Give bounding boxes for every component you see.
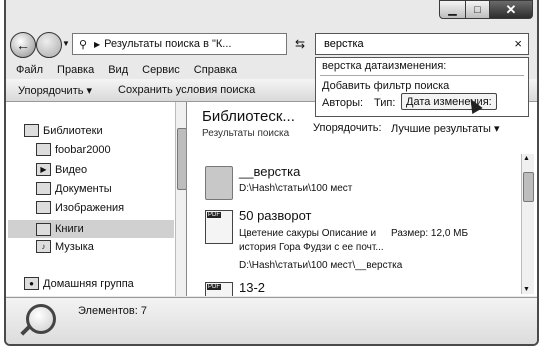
arrange-by-dropdown[interactable]: Лучшие результаты ▾ [391, 122, 500, 135]
result-path: D:\Hash\статьи\100 мест [239, 183, 353, 194]
menu-file[interactable]: Файл [16, 64, 43, 76]
menu-view[interactable]: Вид [108, 64, 128, 76]
breadcrumb-arrow-icon: ▶ [94, 39, 101, 49]
search-box[interactable]: × [315, 33, 529, 55]
history-dropdown-icon[interactable]: ▼ [62, 39, 70, 48]
pdf-file-icon [205, 282, 233, 296]
search-icon: ⚲ [78, 38, 88, 51]
search-suggestions-dropdown: верстка датаизменения: Добавить фильтр п… [315, 57, 529, 117]
menu-edit[interactable]: Правка [57, 64, 94, 76]
close-button[interactable]: ✕ [490, 0, 533, 19]
library-subtitle: Результаты поиска [202, 128, 290, 139]
results-pane: Библиотеск... Результаты поиска Упорядоч… [187, 102, 537, 296]
maximize-button[interactable]: □ [466, 0, 490, 19]
nav-libraries[interactable]: Библиотеки [24, 124, 103, 137]
folder-icon [205, 166, 233, 200]
nav-scrollbar[interactable] [175, 102, 186, 296]
nav-label: Документы [55, 182, 112, 195]
address-path: Результаты поиска в "К... [104, 38, 232, 50]
nav-label: Изображения [55, 201, 125, 214]
add-filter-label: Добавить фильтр поиска [322, 80, 450, 92]
back-button[interactable]: ← [10, 32, 36, 58]
minimize-button[interactable]: ▁ [439, 0, 466, 19]
menu-help[interactable]: Справка [194, 64, 237, 76]
navigation-pane: Библиотеки foobar2000 ▶ Видео Документы И… [6, 102, 187, 296]
library-icon [24, 124, 39, 137]
address-row: ← ▼ ⚲ ▶ Результаты поиска в "К... ⇆ × [6, 30, 537, 58]
nav-label: Музыка [55, 240, 94, 253]
forward-button[interactable] [36, 32, 62, 58]
homegroup-icon: ● [24, 277, 39, 290]
result-name: 50 разворот [239, 208, 312, 223]
minimize-icon: ▁ [448, 4, 457, 16]
music-icon: ♪ [36, 240, 51, 253]
result-item[interactable]: 50 разворот Цветение сакуры Описание и Р… [187, 206, 517, 274]
save-search-button[interactable]: Сохранить условия поиска [118, 84, 255, 96]
close-icon: ✕ [505, 1, 517, 17]
refresh-icon: ⇆ [294, 37, 306, 51]
result-name: __верстка [239, 164, 301, 179]
nav-scroll-thumb[interactable] [177, 128, 186, 190]
nav-pictures[interactable]: Изображения [36, 201, 124, 214]
magnifier-icon [26, 304, 56, 334]
status-bar: Элементов: 7 [6, 297, 537, 344]
window-controls: ▁ □ ✕ [439, 0, 533, 19]
arrange-by-label: Упорядочить: [313, 122, 382, 134]
clear-search-icon[interactable]: × [514, 36, 522, 51]
nav-documents[interactable]: Документы [36, 182, 112, 195]
filter-type[interactable]: Тип: [374, 97, 395, 109]
dropdown-divider [320, 75, 524, 76]
result-description: история Гора Фудзи с ее почт... [239, 242, 384, 253]
result-description: Цветение сакуры Описание и [239, 228, 377, 239]
item-count: Элементов: 7 [78, 305, 147, 317]
result-name: 13-2 [239, 280, 266, 295]
filter-authors[interactable]: Авторы: [322, 97, 363, 109]
nav-books[interactable]: Книги [8, 220, 174, 238]
search-input[interactable] [322, 37, 506, 51]
address-bar[interactable]: ⚲ ▶ Результаты поиска в "К... [72, 33, 287, 55]
nav-label: Домашняя группа [43, 277, 134, 290]
video-icon: ▶ [36, 163, 51, 176]
maximize-icon: □ [474, 3, 481, 16]
library-icon [36, 143, 51, 156]
arrow-left-icon: ← [16, 37, 30, 53]
scroll-up-icon[interactable]: ▲ [523, 155, 530, 162]
scroll-down-icon[interactable]: ▼ [523, 286, 530, 293]
result-path: D:\Hash\статьи\100 мест\__верстка [239, 260, 403, 271]
result-size: Размер: 12,0 МБ [391, 228, 469, 239]
search-history-item[interactable]: верстка датаизменения: [322, 60, 446, 72]
nav-label: foobar2000 [55, 143, 111, 156]
nav-label: Видео [55, 163, 88, 176]
results-scroll-thumb[interactable] [523, 172, 534, 202]
nav-video[interactable]: ▶ Видео [36, 163, 87, 176]
documents-icon [36, 182, 51, 195]
organize-button[interactable]: Упорядочить ▾ [18, 84, 92, 97]
explorer-window: ▁ □ ✕ ← ▼ ⚲ ▶ Результаты поиска в "К... … [4, 0, 539, 346]
nav-music[interactable]: ♪ Музыка [36, 240, 94, 253]
books-icon [36, 222, 51, 236]
result-item[interactable]: __верстка D:\Hash\статьи\100 мест [187, 160, 517, 204]
pictures-icon [36, 201, 51, 214]
pdf-file-icon [205, 210, 233, 244]
nav-label: Книги [55, 223, 84, 235]
results-scrollbar[interactable]: ▲ ▼ [521, 154, 534, 294]
menu-tools[interactable]: Сервис [142, 64, 180, 76]
nav-label: Библиотеки [43, 124, 103, 137]
nav-foobar2000[interactable]: foobar2000 [36, 143, 111, 156]
refresh-button[interactable]: ⇆ [289, 34, 311, 54]
nav-homegroup[interactable]: ● Домашняя группа [24, 277, 134, 290]
result-item[interactable]: 13-2 [187, 278, 517, 296]
library-title: Библиотеск... [202, 108, 295, 125]
